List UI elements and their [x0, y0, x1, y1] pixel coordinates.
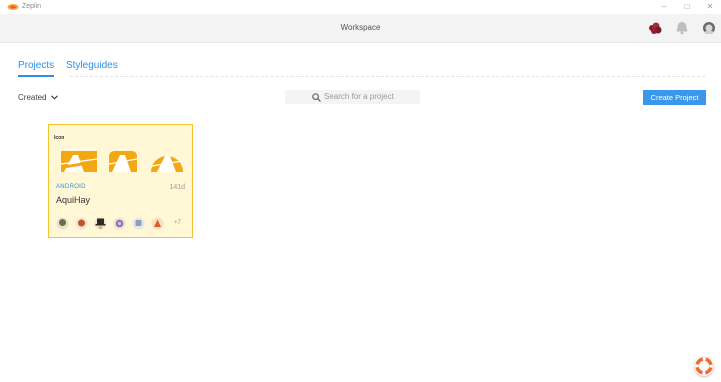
cover-label: Icon — [54, 135, 65, 141]
window-title-bar: Zeplin – □ ✕ — [0, 0, 721, 14]
help-lifebuoy-icon[interactable] — [694, 356, 714, 376]
close-icon[interactable]: ✕ — [704, 1, 716, 13]
avatar — [75, 217, 88, 230]
app-icon-rounded — [108, 151, 138, 172]
search-placeholder: Search for a project — [324, 92, 394, 101]
project-name: AquiHay — [56, 195, 91, 205]
project-age: 141d — [169, 184, 185, 191]
sort-dropdown[interactable]: Created — [18, 92, 58, 103]
app-icon-square — [61, 151, 97, 172]
organization-avatar-icon[interactable] — [647, 20, 663, 36]
avatar — [56, 217, 69, 230]
more-members-count: +7 — [174, 220, 181, 226]
project-card[interactable]: Icon ANDROID 141d AquiHay +7 — [48, 124, 193, 238]
sort-label: Created — [18, 93, 47, 102]
create-project-button[interactable]: Create Project — [643, 90, 706, 105]
project-cover-thumbnails — [61, 151, 186, 173]
app-icon-circle — [151, 156, 183, 172]
zeplin-logo-icon — [7, 4, 19, 10]
active-tab-indicator — [18, 75, 54, 77]
user-avatar-icon[interactable] — [701, 20, 717, 36]
tab-styleguides[interactable]: Styleguides — [66, 60, 118, 72]
minimize-icon[interactable]: – — [658, 1, 670, 13]
maximize-icon[interactable]: □ — [681, 1, 693, 13]
chevron-down-icon — [50, 95, 58, 100]
avatar — [113, 217, 126, 230]
tabs-divider — [70, 76, 705, 77]
avatar — [151, 217, 164, 230]
avatar — [132, 217, 145, 230]
search-icon — [312, 93, 321, 102]
notification-bell-icon[interactable] — [674, 20, 690, 36]
member-avatars — [56, 217, 186, 231]
window-title: Zeplin — [22, 3, 42, 10]
project-platform: ANDROID — [56, 184, 86, 190]
app-header: Workspace — [0, 14, 721, 43]
avatar — [94, 217, 107, 230]
page-title: Workspace — [340, 23, 381, 32]
tab-projects[interactable]: Projects — [18, 60, 54, 72]
search-input[interactable]: Search for a project — [285, 90, 420, 104]
